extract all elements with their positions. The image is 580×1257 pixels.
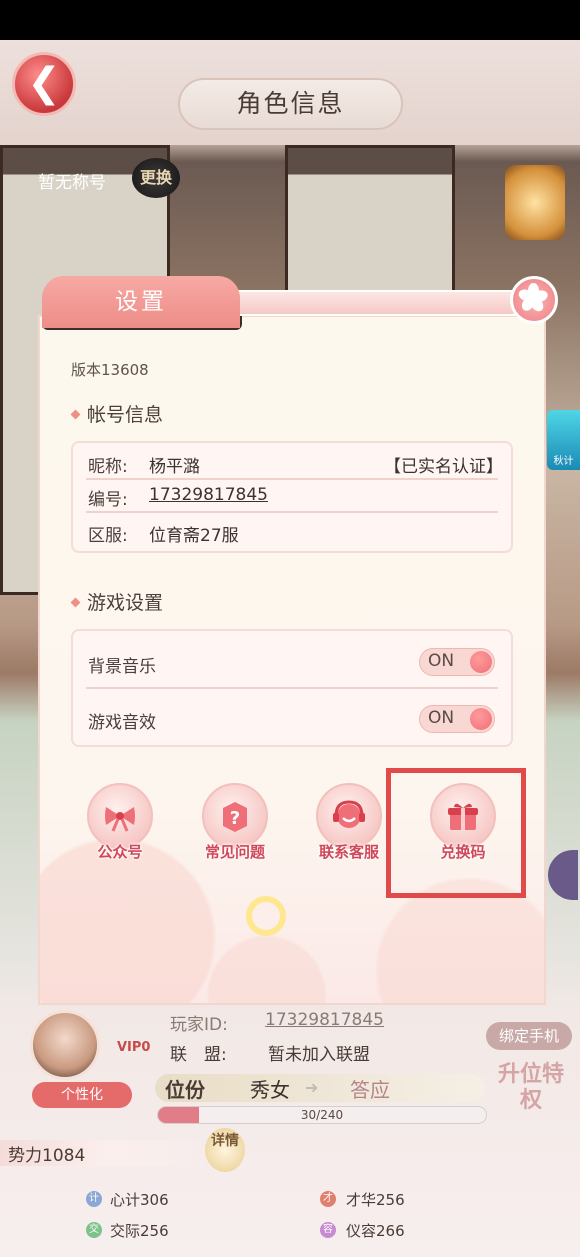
- version-label: 版本13608: [71, 361, 149, 379]
- toggle-knob: [470, 651, 492, 673]
- rank-label: 位份: [165, 1078, 205, 1102]
- bgm-toggle-state: ON: [428, 651, 455, 671]
- player-id-value: 17329817845: [265, 1010, 384, 1030]
- rank-arrow-icon: ➜: [305, 1078, 319, 1097]
- sfx-label: 游戏音效: [88, 713, 156, 733]
- game-section-label: 游戏设置: [87, 592, 164, 614]
- account-id-label: 编号:: [88, 490, 128, 510]
- server-value: 位育斋27服: [149, 526, 239, 546]
- account-section-title: 帐号信息: [70, 400, 164, 427]
- bind-phone-button[interactable]: 绑定手机: [486, 1022, 572, 1050]
- stat-talent: 才华256: [346, 1191, 405, 1209]
- bow-icon: [105, 807, 135, 832]
- nickname-label: 昵称:: [88, 457, 128, 477]
- player-id-label: 玩家ID:: [170, 1015, 228, 1035]
- sfx-toggle[interactable]: ON: [419, 705, 495, 733]
- server-label: 区服:: [88, 526, 128, 546]
- question-box-icon: ?: [223, 802, 247, 832]
- rank-progress-text: 30/240: [300, 1108, 344, 1122]
- personalize-button[interactable]: 个性化: [32, 1082, 132, 1108]
- bgm-toggle[interactable]: ON: [419, 648, 495, 676]
- customer-service-circle: [316, 783, 382, 849]
- player-title-label: 暂无称号: [38, 173, 106, 193]
- diamond-icon: [70, 409, 81, 420]
- vip-badge: VIP0: [117, 1040, 151, 1055]
- nickname-value: 杨平潞: [149, 457, 200, 477]
- lantern-decoration: [505, 165, 565, 240]
- account-section-label: 帐号信息: [87, 404, 164, 426]
- official-account-circle: [87, 783, 153, 849]
- game-section-title: 游戏设置: [70, 588, 164, 615]
- back-button[interactable]: ❮: [12, 52, 76, 116]
- stat-icon-scheming: 计: [86, 1191, 102, 1207]
- side-event-icon[interactable]: 秋计: [547, 410, 580, 470]
- account-id-value[interactable]: 17329817845: [149, 485, 268, 505]
- rank-next: 答应: [350, 1078, 390, 1102]
- alliance-value: 暂未加入联盟: [268, 1045, 370, 1065]
- flower-close-icon: [513, 279, 555, 321]
- page-title: 角色信息: [178, 78, 403, 130]
- details-button[interactable]: 详情: [205, 1128, 245, 1172]
- svg-text:?: ?: [230, 808, 240, 829]
- stat-icon-appearance: 容: [320, 1222, 336, 1238]
- promote-privilege-button[interactable]: 升位特权: [497, 1062, 565, 1132]
- headset-icon: [333, 800, 365, 828]
- verification-status: 【已实名认证】: [384, 457, 503, 477]
- back-arrow-icon: ❮: [27, 60, 61, 106]
- row-divider: [86, 687, 498, 689]
- alliance-label: 联 盟:: [170, 1045, 227, 1065]
- change-title-button[interactable]: 更换: [132, 158, 180, 198]
- dialog-title-bar: [200, 290, 525, 316]
- status-bar: [0, 0, 580, 40]
- sfx-toggle-state: ON: [428, 708, 455, 728]
- stat-appearance: 仪容266: [346, 1222, 405, 1240]
- ring-decoration: [246, 896, 286, 936]
- row-divider: [86, 511, 498, 513]
- toggle-knob: [470, 708, 492, 730]
- official-account-label: 公众号: [97, 843, 143, 861]
- close-button[interactable]: [510, 276, 558, 324]
- stat-icon-talent: 才: [320, 1191, 336, 1207]
- bgm-label: 背景音乐: [88, 657, 156, 677]
- avatar[interactable]: [30, 1010, 100, 1080]
- faq-circle: ?: [202, 783, 268, 849]
- diamond-icon: [70, 597, 81, 608]
- row-divider: [86, 478, 498, 480]
- power-value: 势力1084: [8, 1146, 86, 1166]
- highlight-box: [386, 768, 526, 898]
- settings-tab: 设置: [42, 276, 240, 328]
- faq-label: 常见问题: [204, 843, 265, 861]
- rank-current: 秀女: [250, 1078, 290, 1102]
- stat-icon-social: 交: [86, 1222, 102, 1238]
- stat-social: 交际256: [110, 1222, 169, 1240]
- stat-scheming: 心计306: [110, 1191, 169, 1209]
